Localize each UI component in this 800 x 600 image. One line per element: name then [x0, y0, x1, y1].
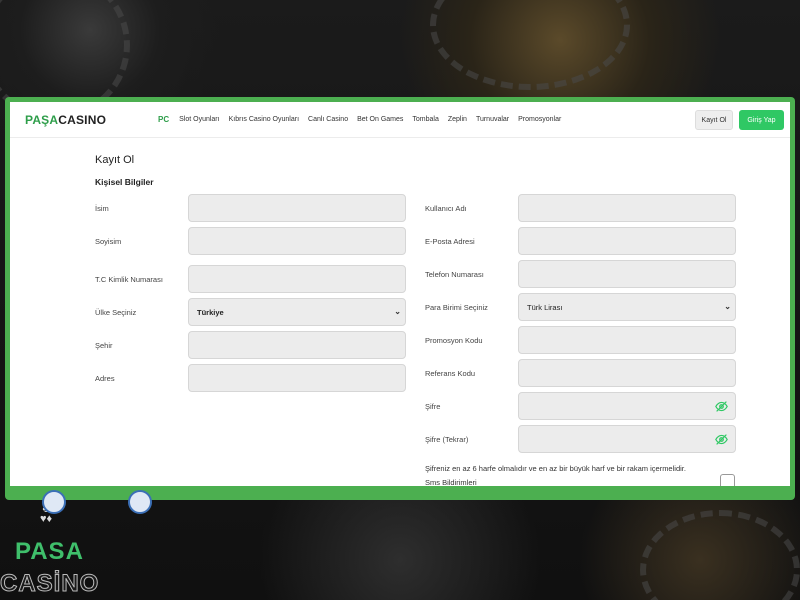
city-field[interactable]: [188, 331, 406, 359]
chevron-down-icon: ⌄: [394, 307, 401, 316]
top-navbar: PAŞACASINO PC Slot Oyunları Kıbrıs Casin…: [10, 102, 790, 138]
country-label: Ülke Seçiniz: [95, 308, 137, 317]
browser-window: PAŞACASINO PC Slot Oyunları Kıbrıs Casin…: [10, 102, 790, 486]
register-button[interactable]: Kayıt Ol: [695, 110, 733, 130]
password-repeat-label: Şifre (Tekrar): [425, 435, 469, 444]
currency-value: Türk Lirası: [527, 302, 563, 312]
surname-field[interactable]: [188, 227, 406, 255]
background-logo-top: PASA: [15, 538, 84, 565]
reference-field[interactable]: [518, 359, 736, 387]
menu-item-tombala[interactable]: Tombala: [412, 116, 438, 123]
phone-field[interactable]: [518, 260, 736, 288]
tc-label: T.C Kimlik Numarası: [95, 275, 163, 284]
promo-label: Promosyon Kodu: [425, 336, 483, 345]
email-field[interactable]: [518, 227, 736, 255]
menu-item-turnuvalar[interactable]: Turnuvalar: [476, 116, 509, 123]
main-menu: PC Slot Oyunları Kıbrıs Casino Oyunları …: [158, 115, 570, 124]
license-badge: [42, 490, 66, 514]
menu-item-slot[interactable]: Slot Oyunları: [179, 116, 219, 123]
license-badge: [128, 490, 152, 514]
password-note: Şifreniz en az 6 harfe olmalıdır ve en a…: [425, 464, 686, 473]
reference-label: Referans Kodu: [425, 369, 476, 378]
currency-label: Para Birimi Seçiniz: [425, 303, 488, 312]
sms-label: Sms Bildirimleri: [425, 478, 477, 486]
login-button[interactable]: Giriş Yap: [739, 110, 784, 130]
email-label: E-Posta Adresi: [425, 237, 475, 246]
section-title: Kişisel Bilgiler: [95, 177, 154, 187]
menu-item-zeplin[interactable]: Zeplin: [448, 116, 467, 123]
phone-label: Telefon Numarası: [425, 270, 484, 279]
background-logo-bottom: CASİNO: [0, 570, 100, 598]
country-select[interactable]: Türkiye ⌄: [188, 298, 406, 326]
menu-pc[interactable]: PC: [158, 115, 169, 124]
menu-item-bet-on-games[interactable]: Bet On Games: [357, 116, 403, 123]
address-field[interactable]: [188, 364, 406, 392]
logo-part2: CASINO: [58, 112, 107, 127]
country-value: Türkiye: [197, 307, 224, 317]
password-label: Şifre: [425, 402, 441, 411]
name-label: İsim: [95, 204, 109, 213]
password-field[interactable]: [518, 392, 736, 420]
currency-select[interactable]: Türk Lirası ⌄: [518, 293, 736, 321]
password-repeat-field[interactable]: [518, 425, 736, 453]
chevron-down-icon: ⌄: [724, 302, 731, 311]
page-title: Kayıt Ol: [95, 154, 135, 166]
name-field[interactable]: [188, 194, 406, 222]
username-field[interactable]: [518, 194, 736, 222]
menu-item-promosyonlar[interactable]: Promosyonlar: [518, 116, 561, 123]
promo-field[interactable]: [518, 326, 736, 354]
surname-label: Soyisim: [95, 237, 122, 246]
sms-checkbox[interactable]: [720, 474, 735, 486]
logo-part1: PAŞA: [25, 112, 59, 127]
username-label: Kullanıcı Adı: [425, 204, 467, 213]
eye-off-icon[interactable]: [715, 400, 728, 413]
menu-item-canli-casino[interactable]: Canlı Casino: [308, 116, 348, 123]
tc-field[interactable]: [188, 265, 406, 293]
site-logo[interactable]: PAŞACASINO: [25, 113, 158, 127]
menu-item-kibris[interactable]: Kıbrıs Casino Oyunları: [229, 116, 299, 123]
eye-off-icon[interactable]: [715, 433, 728, 446]
address-label: Adres: [95, 374, 115, 383]
city-label: Şehir: [95, 341, 113, 350]
